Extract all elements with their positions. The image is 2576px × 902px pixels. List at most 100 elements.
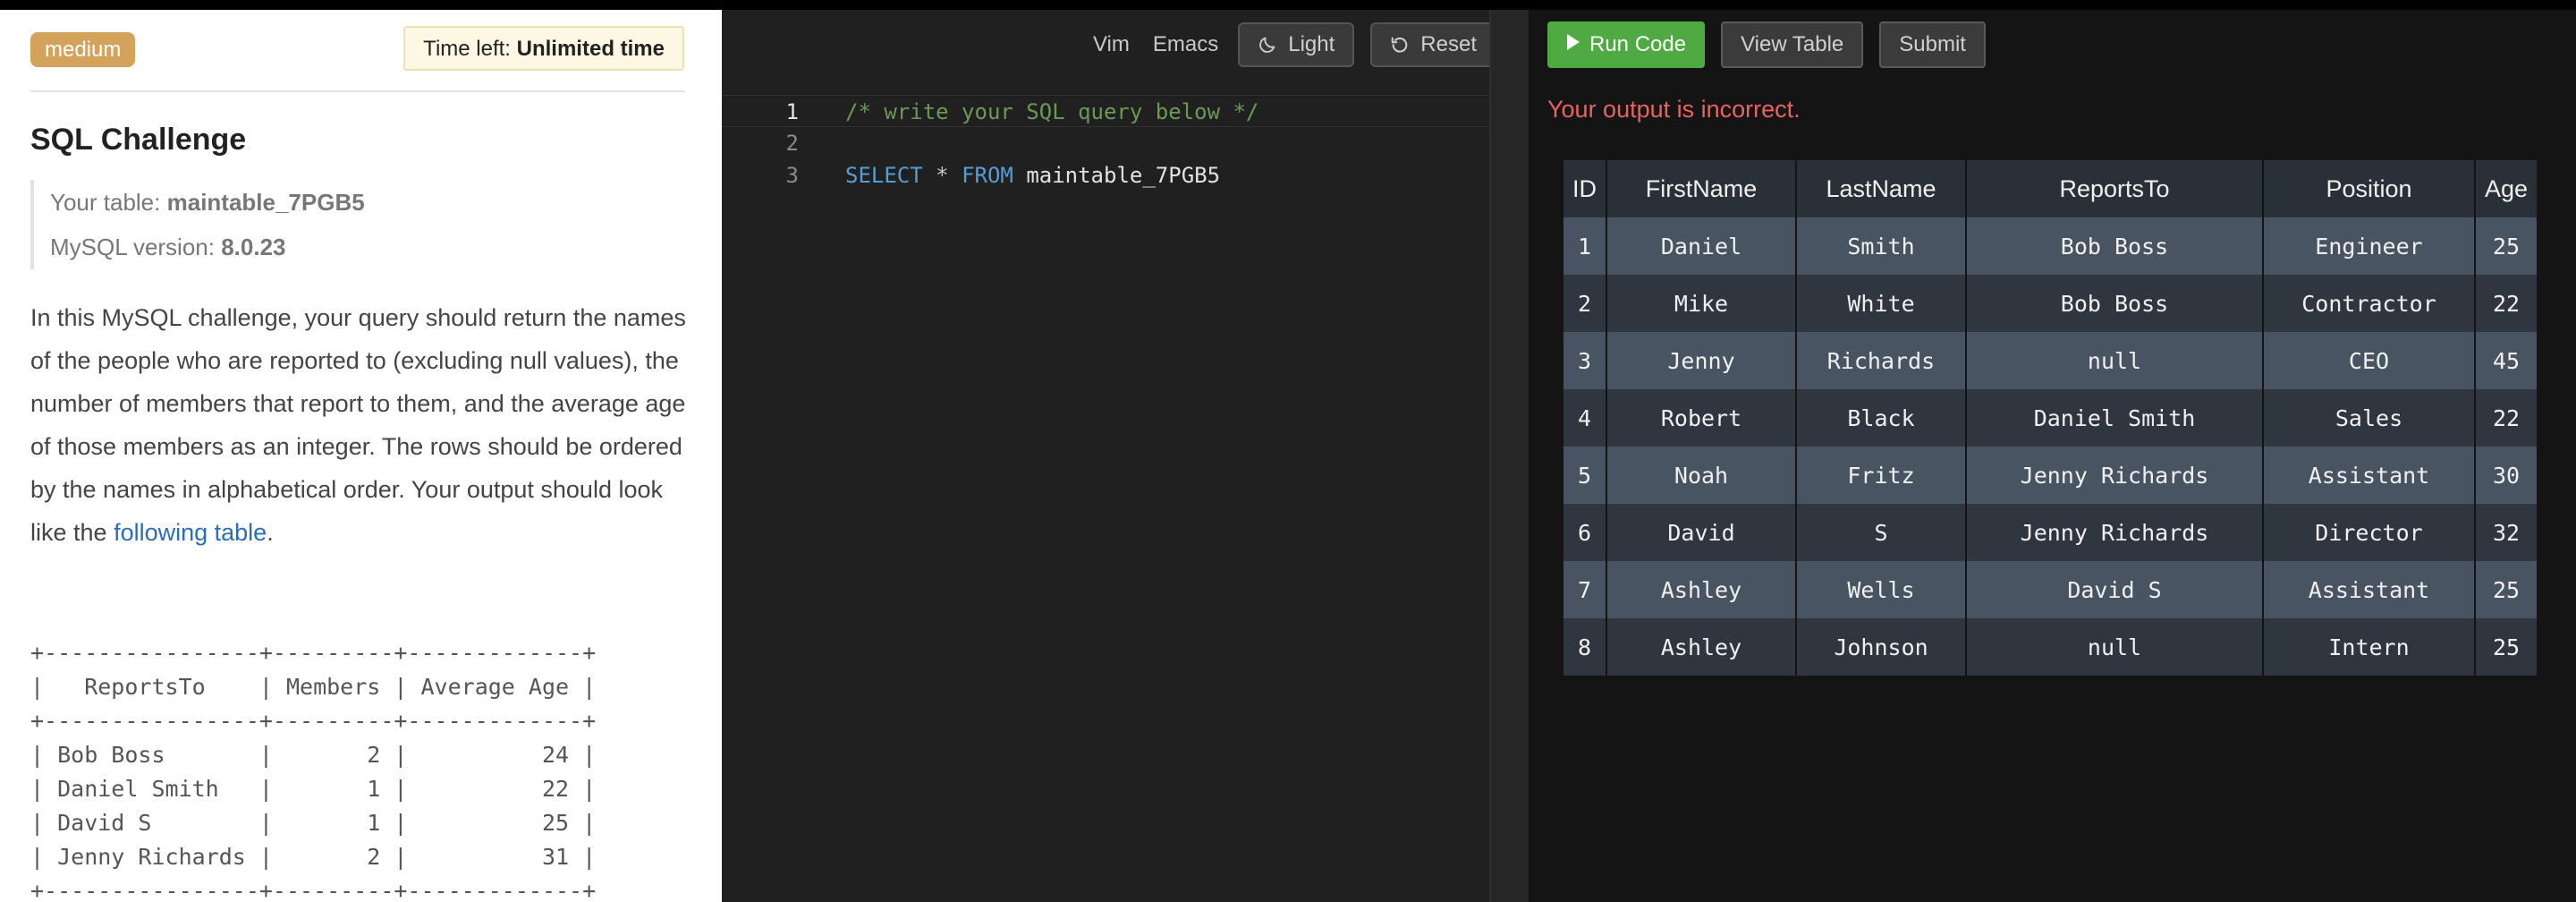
reset-button[interactable]: Reset: [1370, 22, 1496, 67]
table-header-row: ID FirstName LastName ReportsTo Position…: [1563, 160, 2539, 217]
light-theme-button[interactable]: Light: [1238, 22, 1355, 67]
editor-scrollbar[interactable]: [1489, 10, 1530, 902]
code-keyword-select: SELECT: [845, 163, 923, 188]
table-row: 4 Robert Black Daniel Smith Sales 22: [1563, 389, 2539, 447]
following-table-link[interactable]: following table: [114, 519, 267, 546]
time-left-label: Time left:: [423, 37, 511, 61]
result-table: ID FirstName LastName ReportsTo Position…: [1563, 160, 2539, 676]
output-status: Your output is incorrect.: [1547, 96, 1801, 123]
problem-panel: medium Time left: Unlimited time SQL Cha…: [0, 10, 722, 902]
code-editor-panel: Vim Emacs Light Reset 1 /* write your SQ…: [722, 10, 1530, 902]
output-toolbar: Run Code View Table Submit: [1547, 21, 1986, 68]
table-cell: Engineer: [2263, 217, 2476, 275]
table-cell: 32: [2475, 504, 2539, 561]
table-cell: 3: [1563, 332, 1607, 389]
table-cell: 25: [2475, 618, 2539, 676]
table-cell: Bob Boss: [1966, 275, 2264, 332]
problem-description: In this MySQL challenge, your query shou…: [30, 296, 692, 554]
table-cell: Bob Boss: [1966, 217, 2264, 275]
table-cell: White: [1796, 275, 1967, 332]
editor-toolbar: Vim Emacs Light Reset: [1089, 22, 1496, 67]
line-number: 1: [785, 99, 799, 124]
version-info: MySQL version: 8.0.23: [50, 225, 365, 269]
reset-label: Reset: [1420, 32, 1477, 56]
reset-icon: [1390, 35, 1410, 55]
table-cell: Intern: [2263, 618, 2476, 676]
version-label: MySQL version:: [50, 234, 215, 260]
table-row: 6 David S Jenny Richards Director 32: [1563, 504, 2539, 561]
time-left-value: Unlimited time: [516, 37, 665, 61]
table-cell: 22: [2475, 275, 2539, 332]
moon-icon: [1258, 35, 1277, 55]
table-cell: S: [1796, 504, 1967, 561]
table-label: Your table:: [50, 189, 161, 216]
table-cell: Robert: [1606, 389, 1797, 447]
table-row: 7 Ashley Wells David S Assistant 25: [1563, 561, 2539, 618]
table-cell: 22: [2475, 389, 2539, 447]
table-cell: null: [1966, 618, 2264, 676]
table-cell: 8: [1563, 618, 1607, 676]
table-cell: 4: [1563, 389, 1607, 447]
challenge-meta: Your table: maintable_7PGB5 MySQL versio…: [30, 180, 365, 269]
code-line-2[interactable]: 2: [722, 127, 1491, 159]
table-cell: Sales: [2263, 389, 2476, 447]
expected-output-table: +----------------+---------+------------…: [30, 640, 597, 902]
table-row: 3 Jenny Richards null CEO 45: [1563, 332, 2539, 389]
table-cell: Richards: [1796, 332, 1967, 389]
version-value: 8.0.23: [221, 234, 286, 260]
output-panel: Run Code View Table Submit Your output i…: [1529, 10, 2576, 902]
vim-mode-button[interactable]: Vim: [1089, 32, 1133, 57]
table-cell: Ashley: [1606, 561, 1797, 618]
table-cell: 2: [1563, 275, 1607, 332]
description-text: In this MySQL challenge, your query shou…: [30, 304, 686, 546]
column-header: ReportsTo: [1966, 160, 2264, 217]
table-cell: Contractor: [2263, 275, 2476, 332]
table-cell: 1: [1563, 217, 1607, 275]
line-number: 2: [785, 131, 799, 156]
table-cell: Smith: [1796, 217, 1967, 275]
table-cell: 6: [1563, 504, 1607, 561]
app-root: medium Time left: Unlimited time SQL Cha…: [0, 0, 2576, 902]
table-row: 5 Noah Fritz Jenny Richards Assistant 30: [1563, 447, 2539, 504]
column-header: LastName: [1796, 160, 1967, 217]
code-identifier: maintable_7PGB5: [1026, 163, 1221, 188]
emacs-mode-button[interactable]: Emacs: [1149, 32, 1222, 57]
code-keyword-from: FROM: [962, 163, 1013, 188]
table-cell: Daniel Smith: [1966, 389, 2264, 447]
table-cell: null: [1966, 332, 2264, 389]
column-header: Position: [2263, 160, 2476, 217]
table-cell: Daniel: [1606, 217, 1797, 275]
code-input[interactable]: 1 /* write your SQL query below */ 2 3 S…: [722, 95, 1491, 191]
table-cell: Jenny Richards: [1966, 447, 2264, 504]
table-cell: 7: [1563, 561, 1607, 618]
code-line-3[interactable]: 3 SELECT * FROM maintable_7PGB5: [722, 159, 1491, 191]
table-cell: Black: [1796, 389, 1967, 447]
code-operator: *: [936, 163, 949, 188]
table-cell: 5: [1563, 447, 1607, 504]
table-cell: Noah: [1606, 447, 1797, 504]
table-cell: Wells: [1796, 561, 1967, 618]
light-theme-label: Light: [1288, 32, 1335, 56]
table-row: 2 Mike White Bob Boss Contractor 22: [1563, 275, 2539, 332]
table-cell: Assistant: [2263, 447, 2476, 504]
table-cell: 30: [2475, 447, 2539, 504]
table-cell: 45: [2475, 332, 2539, 389]
table-cell: CEO: [2263, 332, 2476, 389]
difficulty-badge: medium: [30, 32, 136, 67]
table-row: 8 Ashley Johnson null Intern 25: [1563, 618, 2539, 676]
run-code-button[interactable]: Run Code: [1547, 21, 1706, 68]
page-title: SQL Challenge: [30, 123, 247, 157]
column-header: Age: [2475, 160, 2539, 217]
run-code-label: Run Code: [1589, 32, 1687, 56]
table-cell: Director: [2263, 504, 2476, 561]
table-cell: Jenny Richards: [1966, 504, 2264, 561]
line-number: 3: [785, 163, 799, 188]
submit-button[interactable]: Submit: [1879, 21, 1986, 68]
code-comment: /* write your SQL query below */: [845, 99, 1259, 124]
divider: [30, 90, 685, 92]
code-line-1[interactable]: 1 /* write your SQL query below */: [722, 95, 1491, 127]
table-name: maintable_7PGB5: [166, 189, 365, 216]
table-cell: 25: [2475, 217, 2539, 275]
view-table-button[interactable]: View Table: [1721, 21, 1864, 68]
table-cell: Jenny: [1606, 332, 1797, 389]
